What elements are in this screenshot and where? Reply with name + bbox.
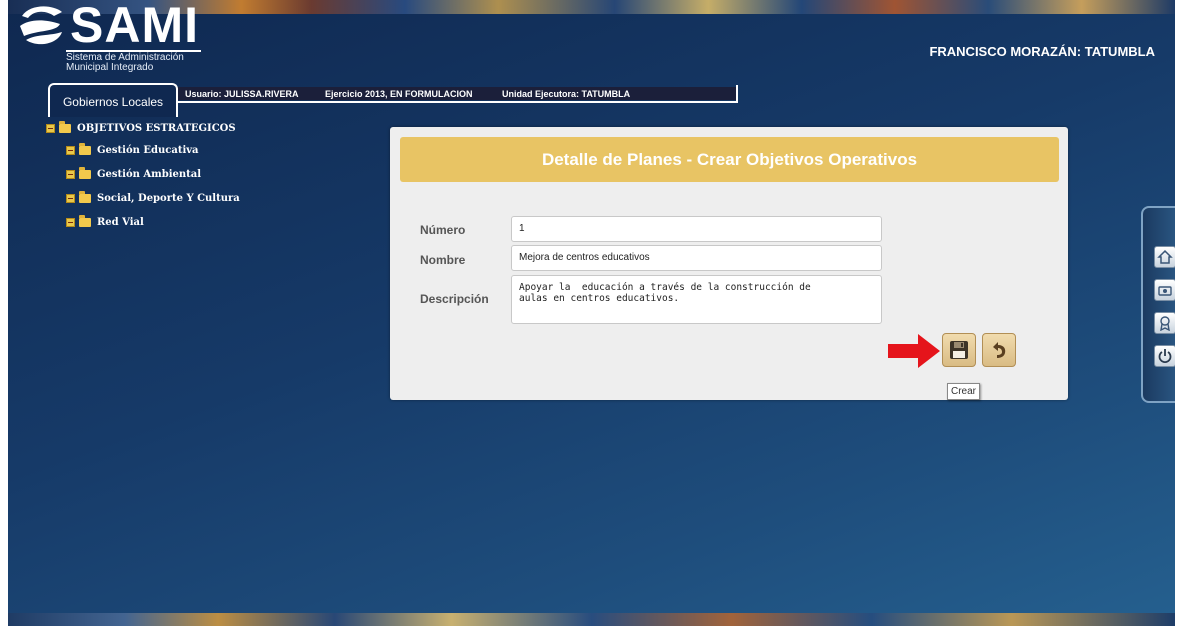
unidad-ejecutora-info: Unidad Ejecutora: TATUMBLA: [502, 89, 631, 99]
folder-icon: [79, 215, 91, 227]
decorative-banner-bottom: [8, 613, 1175, 626]
panel-title: Detalle de Planes - Crear Objetivos Oper…: [400, 137, 1059, 182]
tab-gobiernos-locales[interactable]: Gobiernos Locales: [48, 83, 178, 117]
sami-logo-icon: [20, 6, 62, 45]
header: SAMI Sistema de Administración Municipal…: [8, 0, 1175, 88]
undo-button[interactable]: [982, 333, 1016, 367]
tree-node-social-deporte-cultura[interactable]: Social, Deporte Y Cultura: [66, 191, 240, 204]
numero-field[interactable]: 1: [511, 216, 882, 242]
power-icon[interactable]: [1154, 345, 1175, 367]
folder-icon: [59, 121, 71, 133]
collapse-icon[interactable]: [46, 124, 55, 133]
save-disk-icon: [950, 341, 968, 359]
save-button[interactable]: [942, 333, 976, 367]
red-arrow-icon: [888, 334, 940, 368]
app-logo-subtitle: Sistema de Administración Municipal Inte…: [66, 53, 184, 73]
tree-node-label[interactable]: Social, Deporte Y Cultura: [97, 193, 240, 204]
folder-icon: [79, 143, 91, 155]
app-frame: SAMI Sistema de Administración Municipal…: [8, 0, 1175, 626]
tree-node-label[interactable]: Gestión Ambiental: [97, 169, 201, 180]
award-icon[interactable]: [1154, 312, 1175, 334]
right-dock: [1141, 206, 1175, 403]
tooltip-crear: Crear: [947, 383, 981, 400]
app-logo-title: SAMI: [70, 0, 199, 53]
descripcion-textarea[interactable]: Apoyar la educación a través de la const…: [511, 275, 882, 324]
tree-node-label[interactable]: OBJETIVOS ESTRATEGICOS: [77, 123, 236, 134]
municipality-label: FRANCISCO MORAZÁN: TATUMBLA: [929, 44, 1155, 59]
undo-arrow-icon: [993, 342, 1006, 358]
ejercicio-info: Ejercicio 2013, EN FORMULACION: [325, 89, 473, 99]
usuario-info: Usuario: JULISSA.RIVERA: [185, 89, 299, 99]
folder-icon: [79, 191, 91, 203]
collapse-icon[interactable]: [66, 146, 75, 155]
ticket-icon[interactable]: [1154, 279, 1175, 301]
nombre-label: Nombre: [420, 253, 466, 267]
detalle-planes-panel: Detalle de Planes - Crear Objetivos Oper…: [390, 127, 1068, 400]
home-icon[interactable]: [1154, 246, 1175, 268]
tree-node-root[interactable]: OBJETIVOS ESTRATEGICOS: [46, 121, 236, 134]
numero-label: Número: [420, 223, 466, 237]
collapse-icon[interactable]: [66, 218, 75, 227]
collapse-icon[interactable]: [66, 194, 75, 203]
descripcion-label: Descripción: [420, 292, 489, 306]
collapse-icon[interactable]: [66, 170, 75, 179]
folder-icon: [79, 167, 91, 179]
tree-node-label[interactable]: Red Vial: [97, 217, 144, 228]
logo-sub-line2: Municipal Integrado: [66, 62, 154, 73]
tree-node-gestion-ambiental[interactable]: Gestión Ambiental: [66, 167, 201, 180]
tree-node-gestion-educativa[interactable]: Gestión Educativa: [66, 143, 199, 156]
nombre-field[interactable]: Mejora de centros educativos: [511, 245, 882, 271]
tree-node-label[interactable]: Gestión Educativa: [97, 145, 199, 156]
tree-node-red-vial[interactable]: Red Vial: [66, 215, 144, 228]
